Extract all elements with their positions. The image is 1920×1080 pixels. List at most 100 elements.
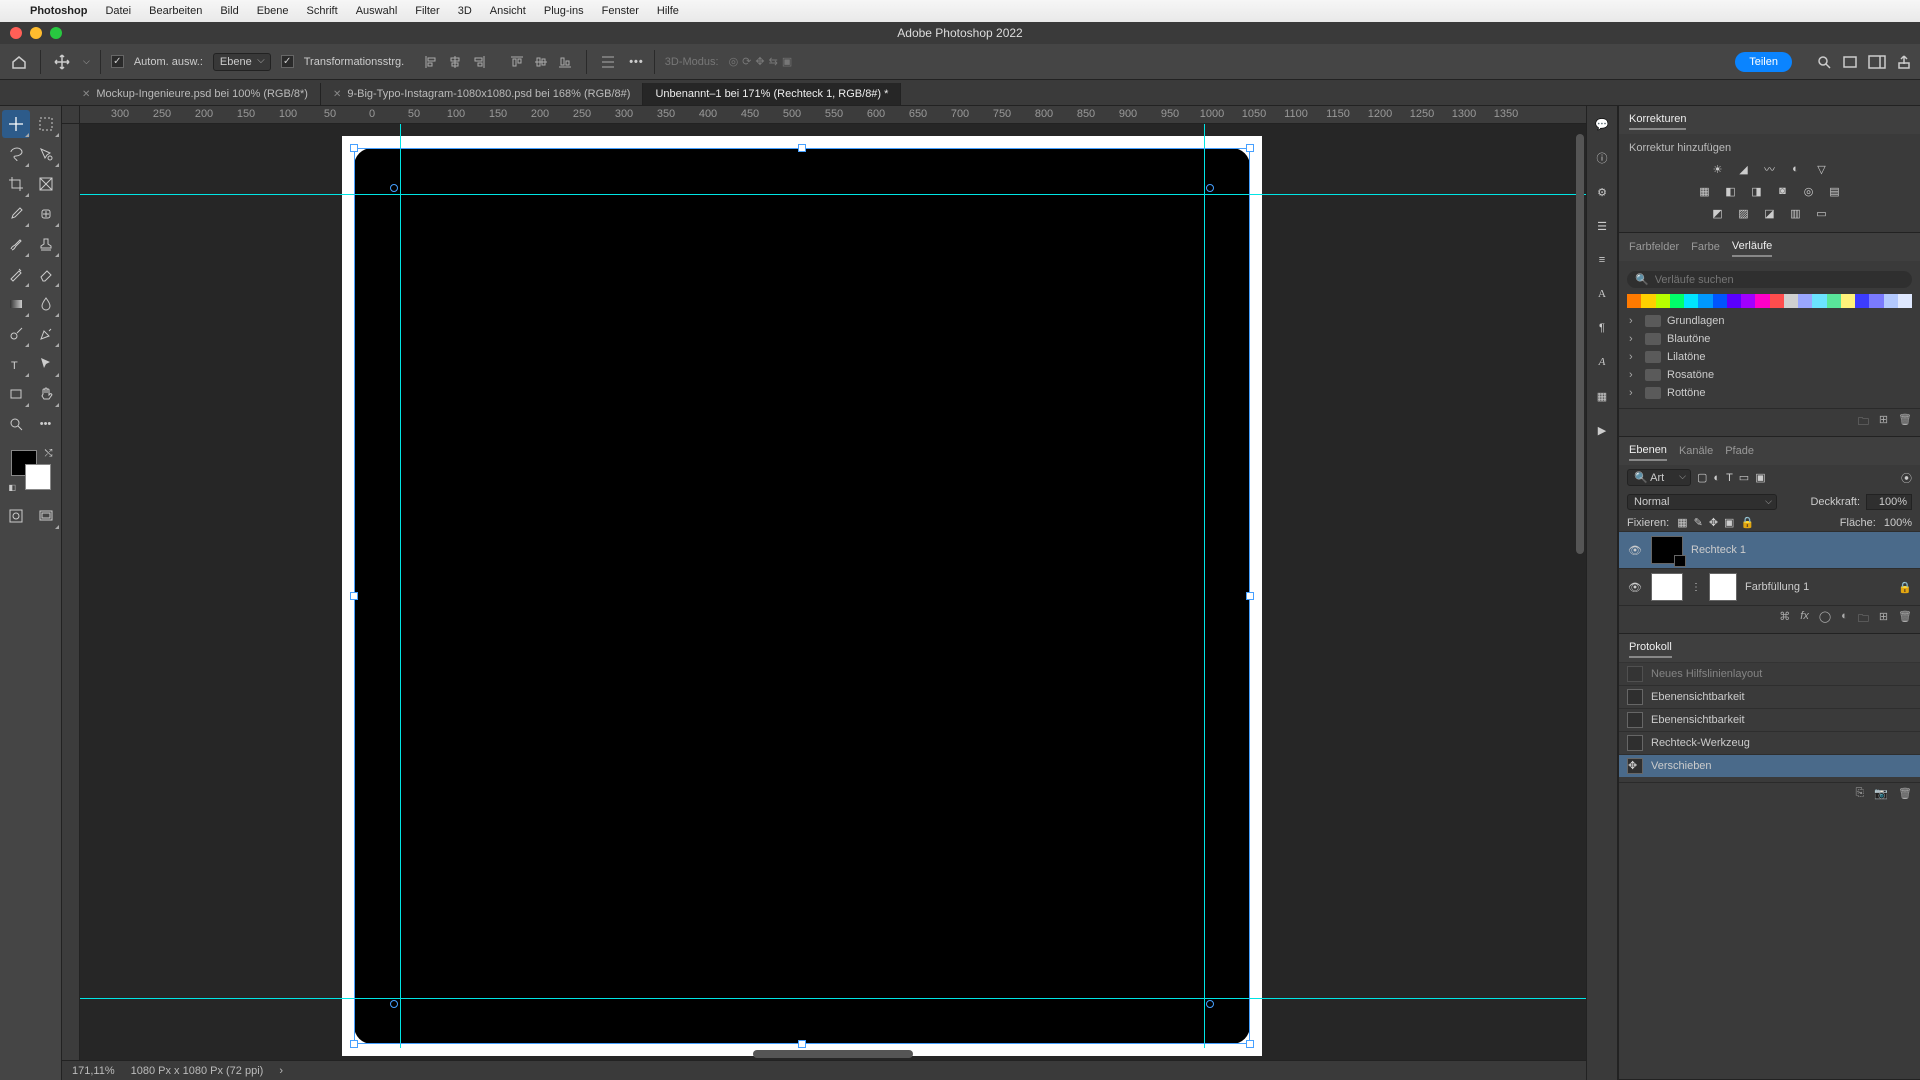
opacity-value[interactable]: 100% <box>1866 494 1912 510</box>
new-folder-icon[interactable]: 🗀 <box>1858 413 1869 432</box>
gradient-swatch[interactable] <box>1755 294 1769 308</box>
create-document-icon[interactable]: ⎘ <box>1856 787 1865 800</box>
lock-transparency-icon[interactable]: ▦ <box>1677 516 1687 529</box>
window-minimize-icon[interactable] <box>30 27 42 39</box>
stamp-tool[interactable] <box>32 230 60 258</box>
photo-filter-icon[interactable]: ◙ <box>1774 182 1792 200</box>
posterize-icon[interactable]: ▨ <box>1735 204 1753 222</box>
gradient-folder[interactable]: ›Rosatöne <box>1627 366 1912 384</box>
gradient-swatch[interactable] <box>1727 294 1741 308</box>
info-icon[interactable]: ⓘ <box>1592 148 1612 168</box>
channels-tab[interactable]: Kanäle <box>1679 442 1713 460</box>
swap-colors-icon[interactable]: ⤭ <box>45 448 53 459</box>
handle-bl[interactable] <box>350 1040 358 1048</box>
more-options-icon[interactable]: ••• <box>629 56 644 68</box>
doc-info[interactable]: 1080 Px x 1080 Px (72 ppi) <box>131 1065 264 1077</box>
doc-tab-1[interactable]: ✕Mockup-Ingenieure.psd bei 100% (RGB/8*) <box>70 83 321 105</box>
export-share-icon[interactable] <box>1896 54 1912 70</box>
ruler-origin[interactable] <box>62 106 80 124</box>
menu-3d[interactable]: 3D <box>458 5 472 17</box>
visibility-icon[interactable]: 👁 <box>1627 581 1643 594</box>
menu-plugins[interactable]: Plug-ins <box>544 5 584 17</box>
gradient-swatch[interactable] <box>1855 294 1869 308</box>
handle-br[interactable] <box>1246 1040 1254 1048</box>
gradient-swatch[interactable] <box>1627 294 1641 308</box>
actions-icon[interactable]: ▶ <box>1592 420 1612 440</box>
background-color[interactable] <box>25 464 51 490</box>
corner-radius-bl[interactable] <box>390 1000 398 1008</box>
bw-icon[interactable]: ◨ <box>1748 182 1766 200</box>
filter-smart-icon[interactable]: ▣ <box>1755 471 1765 484</box>
menu-bild[interactable]: Bild <box>220 5 238 17</box>
doc-tab-3[interactable]: Unbenannt–1 bei 171% (Rechteck 1, RGB/8#… <box>643 83 901 105</box>
paragraph-icon[interactable]: ¶ <box>1592 318 1612 338</box>
history-row[interactable]: Neues Hilfslinienlayout <box>1619 662 1920 685</box>
handle-bc[interactable] <box>798 1040 806 1048</box>
handle-tr[interactable] <box>1246 144 1254 152</box>
filter-type-icon[interactable]: T <box>1726 472 1733 484</box>
gradient-folder[interactable]: ›Blautöne <box>1627 330 1912 348</box>
3d-orbit-icon[interactable]: ◎ <box>729 55 739 68</box>
corner-radius-tr[interactable] <box>1206 184 1214 192</box>
locked-icon[interactable]: 🔒 <box>1898 581 1912 594</box>
mask-icon[interactable]: ◯ <box>1819 610 1831 629</box>
share-button[interactable]: Teilen <box>1735 52 1792 72</box>
lock-pixels-icon[interactable]: ✎ <box>1694 516 1703 529</box>
dodge-tool[interactable] <box>2 320 30 348</box>
color-swatch[interactable]: ⤭ ◧ <box>9 448 53 492</box>
quickmask-icon[interactable] <box>2 502 30 530</box>
gradient-tool[interactable] <box>2 290 30 318</box>
align-bottom-icon[interactable] <box>554 51 576 73</box>
menu-auswahl[interactable]: Auswahl <box>356 5 398 17</box>
link-layers-icon[interactable]: ⌘ <box>1779 610 1790 629</box>
adjustment-layer-icon[interactable]: ◐ <box>1841 610 1848 629</box>
close-tab-icon[interactable]: ✕ <box>333 89 341 100</box>
gradient-folder[interactable]: ›Lilatöne <box>1627 348 1912 366</box>
history-row[interactable]: Rechteck-Werkzeug <box>1619 731 1920 754</box>
zoom-tool[interactable] <box>2 410 30 438</box>
new-item-icon[interactable]: ⊞ <box>1879 413 1888 432</box>
gradients-tab[interactable]: Verläufe <box>1732 237 1772 257</box>
swatches-tab[interactable]: Farbfelder <box>1629 238 1679 256</box>
gradient-swatch[interactable] <box>1898 294 1912 308</box>
search-icon[interactable] <box>1816 54 1832 70</box>
gradient-swatch[interactable] <box>1827 294 1841 308</box>
hsl-icon[interactable]: ▦ <box>1696 182 1714 200</box>
brightness-icon[interactable]: ☀ <box>1709 160 1727 178</box>
edit-toolbar[interactable]: ••• <box>32 410 60 438</box>
menu-datei[interactable]: Datei <box>105 5 131 17</box>
lock-position-icon[interactable]: ✥ <box>1709 516 1718 529</box>
properties-icon[interactable]: ⚙ <box>1592 182 1612 202</box>
layer-row[interactable]: 👁 ⋮ Farbfüllung 1 🔒 <box>1619 568 1920 605</box>
align-left-icon[interactable] <box>420 51 442 73</box>
gradient-swatch[interactable] <box>1641 294 1655 308</box>
lookup-icon[interactable]: ▤ <box>1826 182 1844 200</box>
colbal-icon[interactable]: ◧ <box>1722 182 1740 200</box>
frame-tool[interactable] <box>32 170 60 198</box>
healing-tool[interactable] <box>32 200 60 228</box>
paths-tab[interactable]: Pfade <box>1725 442 1754 460</box>
gradient-search[interactable]: 🔍 <box>1627 271 1912 288</box>
scrollbar-vertical[interactable] <box>1574 124 1586 1048</box>
handle-mr[interactable] <box>1246 592 1254 600</box>
default-colors-icon[interactable]: ◧ <box>9 483 17 492</box>
filter-adjust-icon[interactable]: ◐ <box>1713 472 1720 484</box>
workspace-icon[interactable] <box>1868 54 1886 70</box>
gradient-swatch[interactable] <box>1741 294 1755 308</box>
gradient-swatch[interactable] <box>1884 294 1898 308</box>
handle-tc[interactable] <box>798 144 806 152</box>
levels-icon[interactable]: ◢ <box>1735 160 1753 178</box>
history-row[interactable]: Ebenensichtbarkeit <box>1619 685 1920 708</box>
auto-select-dropdown[interactable]: Ebene <box>213 53 271 71</box>
3d-camera-icon[interactable]: ▣ <box>782 55 792 68</box>
snapshot-icon[interactable]: 📷 <box>1874 787 1888 800</box>
gradient-swatch[interactable] <box>1698 294 1712 308</box>
adjust-icon[interactable]: ☰ <box>1592 216 1612 236</box>
threshold-icon[interactable]: ◪ <box>1761 204 1779 222</box>
transform-bounds[interactable] <box>354 148 1250 1044</box>
move-tool[interactable] <box>2 110 30 138</box>
menu-ebene[interactable]: Ebene <box>257 5 289 17</box>
lasso-tool[interactable] <box>2 140 30 168</box>
type-tool[interactable]: T <box>2 350 30 378</box>
3d-roll-icon[interactable]: ⟳ <box>742 55 751 68</box>
